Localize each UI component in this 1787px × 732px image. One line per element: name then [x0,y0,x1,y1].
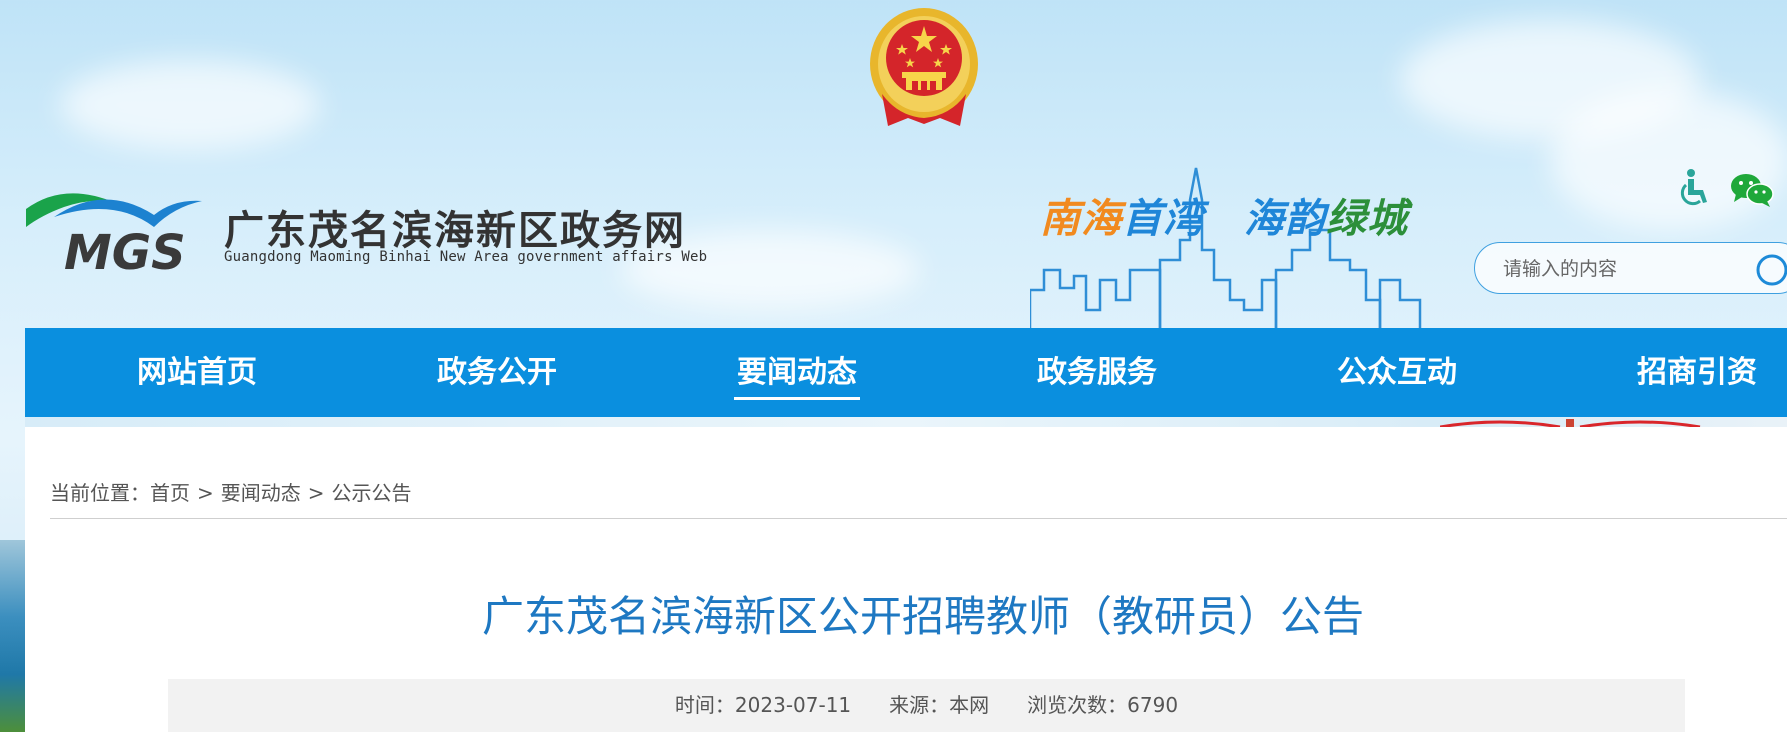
nav-item-home[interactable]: 网站首页 [107,328,287,417]
nav-item-gov-affairs[interactable]: 政务公开 [407,328,587,417]
breadcrumb-prefix: 当前位置： [50,481,150,505]
breadcrumb: 当前位置：首页 > 要闻动态 > 公示公告 [50,477,412,506]
slogan: 南海首湾 海韵绿城 [1040,186,1408,244]
search-icon[interactable] [1755,253,1787,287]
breadcrumb-divider [50,518,1787,519]
logo-text: MGS [64,225,186,277]
site-logo: MGS [26,193,202,277]
breadcrumb-news[interactable]: 要闻动态 [221,481,301,505]
content-panel: 当前位置：首页 > 要闻动态 > 公示公告 广东茂名滨海新区公开招聘教师（教研员）公告 … [25,427,1787,732]
background-cloud [1550,90,1787,230]
breadcrumb-home[interactable]: 首页 [150,481,190,505]
nav-item-investment[interactable]: 招商引资 [1607,328,1787,417]
article-time: 时间：2023-07-11 [674,693,852,717]
breadcrumb-separator: > [197,481,214,505]
left-background-strip [0,540,25,732]
wechat-icon[interactable] [1730,172,1774,208]
site-subtitle: Guangdong Maoming Binhai New Area govern… [224,249,708,265]
breadcrumb-separator: > [307,481,325,505]
nav-item-interaction[interactable]: 公众互动 [1307,328,1487,417]
nav-item-news[interactable]: 要闻动态 [707,328,887,417]
breadcrumb-notices[interactable]: 公示公告 [332,481,412,505]
slogan-part-1: 南海 [1040,195,1122,242]
slogan-part-4: 绿城 [1326,195,1408,242]
article-views: 浏览次数：6790 [1027,693,1179,717]
slogan-part-3: 海韵 [1244,195,1326,242]
accessibility-icon[interactable] [1678,168,1710,208]
article-title: 广东茂名滨海新区公开招聘教师（教研员）公告 [481,592,1364,641]
article-meta: 时间：2023-07-11 来源：本网 浏览次数：6790 [168,679,1685,732]
main-nav: 网站首页 政务公开 要闻动态 政务服务 公众互动 招商引资 [25,328,1787,417]
search-box [1474,242,1787,294]
nav-item-services[interactable]: 政务服务 [1007,328,1187,417]
slogan-part-2: 首湾 [1122,195,1204,242]
search-input[interactable] [1501,255,1745,283]
article-source: 来源：本网 [889,693,990,717]
national-emblem-icon [870,8,978,126]
banner-decoration [1440,419,1701,427]
site-title: 广东茂名滨海新区政务网 [224,208,686,254]
background-cloud [60,60,320,150]
